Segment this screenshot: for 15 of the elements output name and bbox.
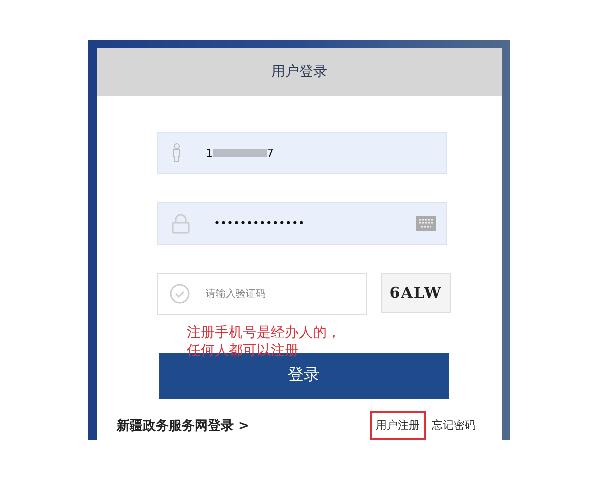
username-field[interactable]: 1 7 <box>157 132 447 174</box>
username-value: 1 7 <box>206 146 274 160</box>
password-field[interactable]: •••••••••••••• <box>157 202 447 245</box>
padlock-icon <box>172 214 190 234</box>
keyboard-icon[interactable] <box>416 216 436 232</box>
check-circle-icon <box>170 284 190 304</box>
footer-link[interactable]: 用户注册 <box>370 411 426 440</box>
portal-login-link[interactable]: 新疆政务服务网登录 > <box>117 416 250 434</box>
captcha-placeholder: 请输入验证码 <box>206 288 266 301</box>
password-value: •••••••••••••• <box>214 217 306 230</box>
person-icon <box>172 143 182 164</box>
footer-link[interactable]: 忘记密码 <box>426 411 482 440</box>
captcha-image[interactable]: 6ALW <box>381 272 451 313</box>
card-title: 用户登录 <box>272 63 328 82</box>
captcha-field[interactable]: 请输入验证码 <box>157 272 367 315</box>
